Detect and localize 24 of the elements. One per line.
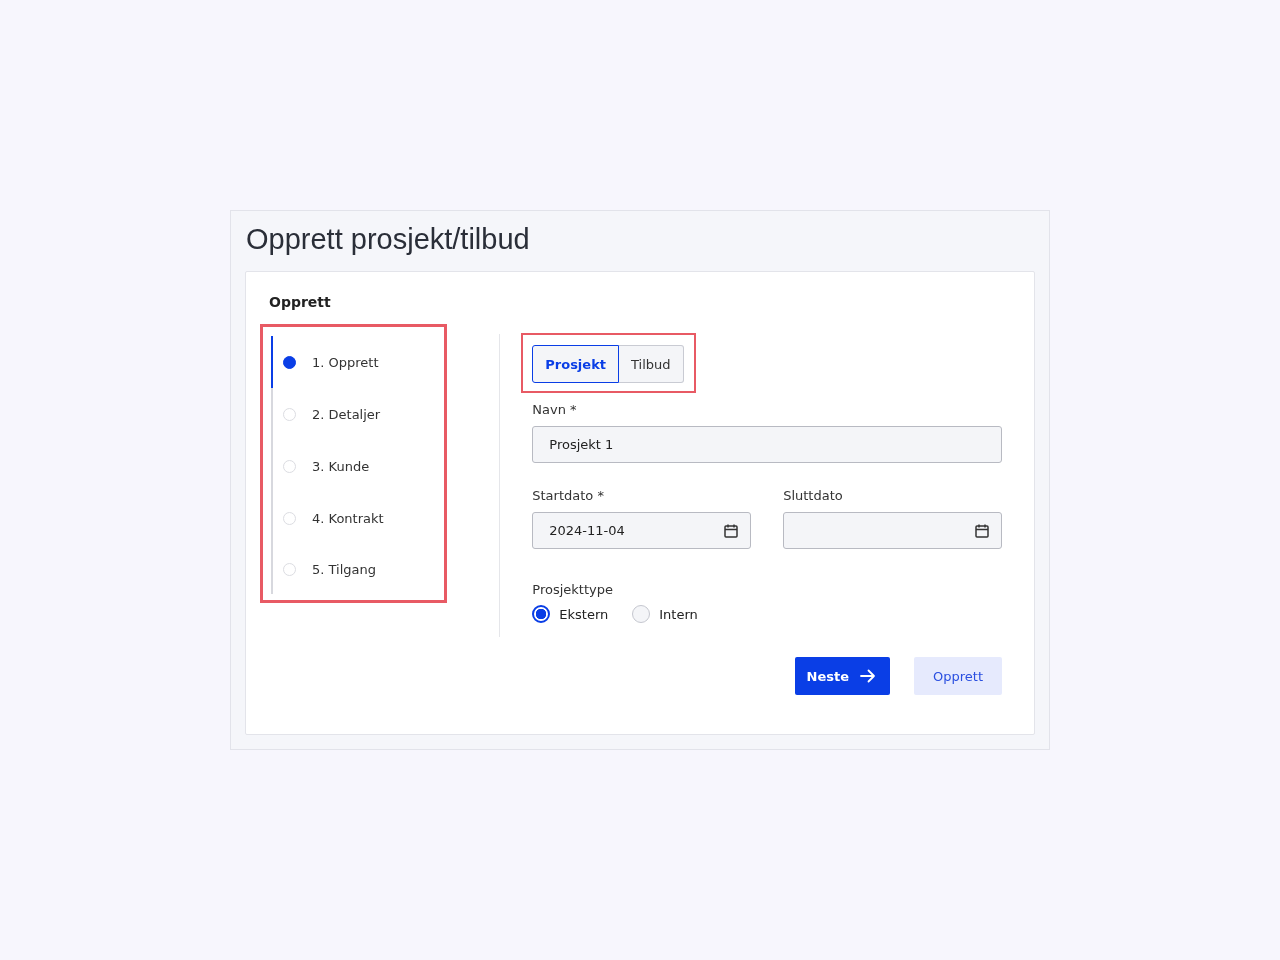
radio-button[interactable] bbox=[532, 605, 551, 623]
date-field[interactable]: 2024-11-04 bbox=[532, 512, 752, 549]
page-title: Opprett prosjekt/tilbud bbox=[246, 222, 531, 257]
input-field[interactable]: Prosjekt 1 bbox=[532, 426, 1002, 463]
segment-tab[interactable]: Prosjekt bbox=[532, 345, 619, 383]
create-button[interactable]: Opprett bbox=[914, 657, 1002, 695]
field-label: Sluttdato bbox=[783, 488, 844, 503]
field-label: Navn * bbox=[532, 402, 578, 417]
step-item[interactable]: 4. Kontrakt bbox=[271, 492, 444, 544]
next-button[interactable]: Neste bbox=[794, 657, 890, 695]
radio-label: Intern bbox=[659, 606, 698, 622]
step-item[interactable]: 3. Kunde bbox=[271, 440, 444, 492]
calendar-icon bbox=[723, 522, 740, 539]
step-item[interactable]: 2. Detaljer bbox=[271, 388, 444, 440]
step-item[interactable]: 5. Tilgang bbox=[271, 544, 444, 594]
calendar-icon bbox=[974, 522, 990, 539]
field-label: Prosjekttype bbox=[532, 582, 614, 597]
radio-label: Ekstern bbox=[559, 606, 609, 622]
arrow-right-icon bbox=[860, 669, 876, 683]
field-label: Startdato * bbox=[532, 488, 605, 503]
card-heading: Opprett bbox=[269, 294, 332, 310]
step-item[interactable]: 1. Opprett bbox=[271, 336, 444, 388]
segment-tab[interactable]: Tilbud bbox=[619, 345, 684, 383]
date-field[interactable] bbox=[783, 512, 1002, 549]
